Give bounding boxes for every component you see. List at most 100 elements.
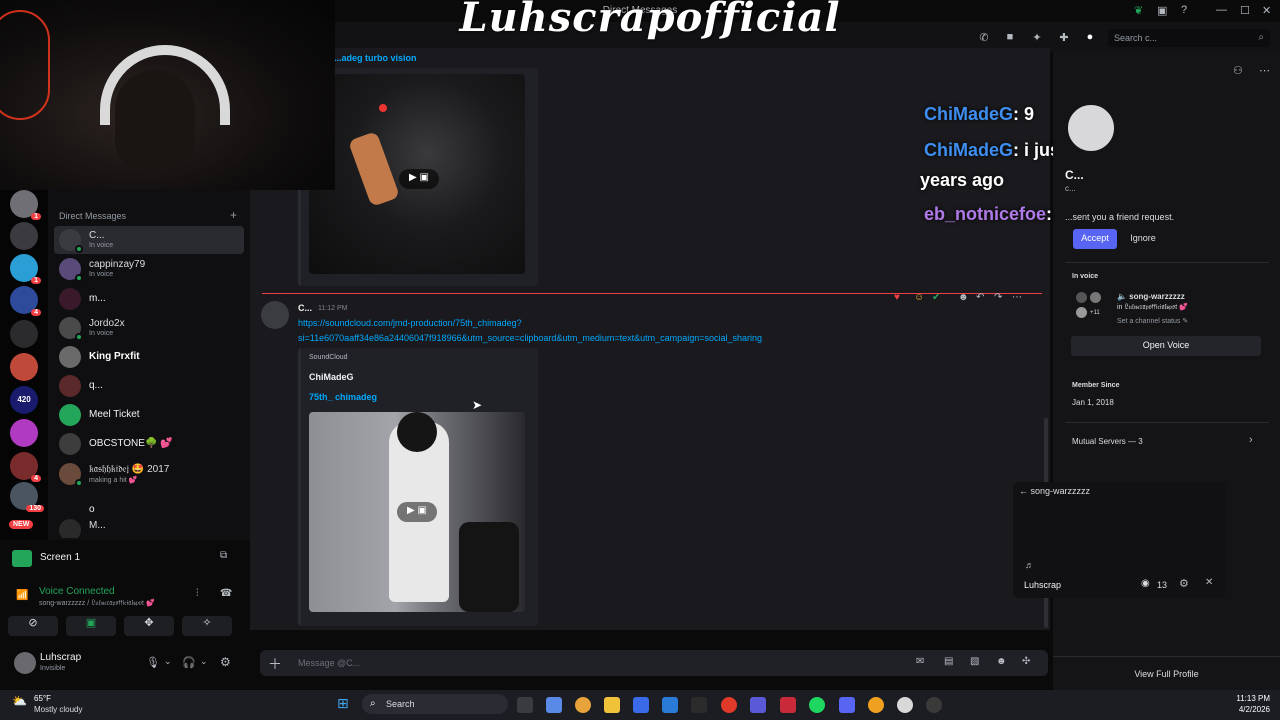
server-icon[interactable]: 420	[10, 386, 38, 414]
dm-item[interactable]: cappinzay79 In voice	[54, 255, 244, 283]
emoji-reaction-icon[interactable]: ☺	[914, 292, 924, 303]
play-button[interactable]: ▶ ▣	[399, 169, 439, 189]
reply-icon[interactable]: ↶	[976, 292, 984, 303]
outlook-icon[interactable]	[662, 697, 678, 713]
task-view-icon[interactable]	[517, 697, 533, 713]
chrome-icon[interactable]	[868, 697, 884, 713]
more-options-icon[interactable]: ⋯	[1259, 64, 1270, 77]
chevron-down-icon[interactable]: ⌄	[200, 656, 208, 667]
video-call-icon[interactable]: ■	[1003, 31, 1017, 45]
noise-suppression-icon[interactable]: ⫶	[196, 588, 199, 599]
user-profile-icon[interactable]: ●	[1083, 31, 1097, 45]
gif-icon[interactable]: ▤	[944, 656, 953, 667]
sticker-icon[interactable]: ▧	[970, 656, 979, 667]
close-popout-icon[interactable]: ✕	[1205, 577, 1213, 588]
disconnect-icon[interactable]: ☎	[220, 588, 232, 599]
spotify-icon[interactable]	[809, 697, 825, 713]
media-icon[interactable]	[926, 697, 942, 713]
message-input[interactable]: Message @C...	[298, 658, 360, 668]
search-input[interactable]: Search c... ⌕	[1108, 29, 1270, 47]
popout-icon[interactable]: ⧉	[220, 550, 227, 561]
message-link-line1[interactable]: https://soundcloud.com/jmd-production/75…	[298, 318, 522, 328]
server-icon[interactable]: 130	[10, 482, 44, 512]
discord-icon[interactable]	[839, 697, 855, 713]
dm-item[interactable]: 𝔨𝔞𝔰𝔥𝔥𝔨𝔦𝔡𝔢𝔧 🤩 2017 making a hit 💕	[54, 460, 244, 488]
dm-item[interactable]: OBCSTONE🌳 💕	[54, 430, 244, 458]
weather-desc[interactable]: Mostly cloudy	[34, 705, 82, 714]
weather-icon[interactable]: ⛅	[12, 694, 27, 708]
view-full-profile[interactable]: View Full Profile	[1053, 669, 1280, 679]
help-icon[interactable]: ?	[1181, 4, 1187, 16]
username[interactable]: Luhscrap	[40, 652, 81, 663]
voice-call-icon[interactable]: ✆	[977, 31, 991, 45]
clock-date[interactable]: 4/2/2026	[1200, 705, 1270, 714]
forward-icon[interactable]: ↷	[994, 292, 1002, 303]
app-icon[interactable]	[721, 697, 737, 713]
weather-temp[interactable]: 65°F	[34, 694, 51, 703]
open-voice-button[interactable]: Open Voice	[1071, 336, 1261, 356]
server-icon[interactable]: 1	[10, 190, 41, 220]
server-icon[interactable]	[10, 419, 38, 447]
gift-icon[interactable]: ✉	[916, 656, 924, 667]
pin-icon[interactable]: ✦	[1030, 31, 1044, 45]
minimize-button[interactable]: —	[1216, 4, 1227, 16]
track-artwork[interactable]: ▶ ▣	[309, 412, 525, 612]
microphone-icon[interactable]: 🎙	[146, 656, 160, 669]
server-icon[interactable]: 4	[10, 286, 41, 316]
maximize-button[interactable]: ☐	[1240, 4, 1250, 17]
taskbar-search[interactable]: ⌕ Search	[362, 694, 508, 714]
heart-reaction-icon[interactable]: ♥	[894, 292, 900, 303]
popout-channel[interactable]: ← song-warzzzzz	[1019, 486, 1090, 496]
dm-item[interactable]: Jordo2x In voice	[54, 314, 244, 342]
capcut-icon[interactable]	[691, 697, 707, 713]
chrome-icon[interactable]	[575, 697, 591, 713]
settings-icon[interactable]: ⚙	[1179, 577, 1189, 590]
dm-item[interactable]: Meel Ticket	[54, 401, 244, 429]
message-author[interactable]: C...	[298, 303, 312, 313]
message-link-line2[interactable]: si=11e6070aaff34e86a24406047f918966&utm_…	[298, 333, 762, 343]
headphones-icon[interactable]: 🎧	[182, 656, 196, 669]
profile-avatar[interactable]	[1065, 102, 1117, 154]
message-composer[interactable]: ＋ Message @C... ✉ ▤ ▧ ☻ ✣	[260, 650, 1048, 676]
embed-author[interactable]: ChiMadeG	[309, 372, 354, 382]
add-friends-icon[interactable]: ✚	[1057, 31, 1071, 45]
dm-item[interactable]: King Prxfit	[54, 343, 244, 371]
app-icon[interactable]	[897, 697, 913, 713]
voice-channel-name[interactable]: 🔈 song-warzzzzz	[1117, 292, 1185, 301]
acrobat-icon[interactable]	[780, 697, 796, 713]
start-windows-icon[interactable]: ⊞	[337, 695, 353, 711]
settings-icon[interactable]: ⚙	[220, 655, 231, 669]
set-channel-status[interactable]: Set a channel status ✎	[1117, 317, 1188, 325]
emoji-icon[interactable]: ☻	[996, 656, 1007, 667]
dm-item[interactable]: M...	[54, 516, 244, 538]
embed-track-title[interactable]: 75th_ chimadeg	[309, 392, 377, 402]
embed-title[interactable]: ...adeg turbo vision	[334, 53, 417, 63]
copilot-icon[interactable]	[546, 697, 562, 713]
activities-button[interactable]: ✥	[124, 616, 174, 636]
apps-icon[interactable]: ✣	[1022, 656, 1030, 667]
ignore-button[interactable]: Ignore	[1123, 229, 1163, 249]
voice-channel[interactable]: song-warzzzzz / 𝔏𝔲𝔥𝔰𝔠𝔯𝔞𝔭𝔬𝔣𝔣𝔦𝔠𝔦𝔞𝔩𝔰𝔭𝔬𝔱 💕	[39, 599, 155, 608]
dm-item[interactable]: m...	[54, 285, 244, 313]
add-friend-icon[interactable]: ⚇	[1233, 64, 1243, 77]
screen-share-panel[interactable]: Screen 1 ⧉	[8, 546, 242, 570]
message-avatar[interactable]	[261, 301, 289, 329]
dm-item[interactable]: C... In voice	[54, 226, 244, 254]
avatar[interactable]	[14, 652, 36, 674]
server-icon[interactable]	[10, 222, 38, 250]
voice-status[interactable]: Voice Connected	[39, 586, 115, 597]
nitro-icon[interactable]: ❦	[1134, 4, 1143, 17]
screen-share-button[interactable]: ▣	[66, 616, 116, 636]
check-reaction-icon[interactable]: ✔	[932, 292, 940, 303]
signal-icon[interactable]: 📶	[16, 590, 28, 601]
chevron-down-icon[interactable]: ⌄	[164, 656, 172, 667]
play-button[interactable]: ▶ ▣	[397, 502, 437, 522]
file-explorer-icon[interactable]	[604, 697, 620, 713]
close-button[interactable]: ✕	[1262, 4, 1271, 17]
more-icon[interactable]: ⋯	[1012, 292, 1022, 303]
server-icon[interactable]	[10, 320, 38, 348]
server-icon[interactable]: 1	[10, 254, 41, 284]
accept-button[interactable]: Accept	[1073, 229, 1117, 249]
clock-time[interactable]: 11:13 PM	[1200, 694, 1270, 703]
inbox-icon[interactable]: ▣	[1157, 4, 1167, 17]
